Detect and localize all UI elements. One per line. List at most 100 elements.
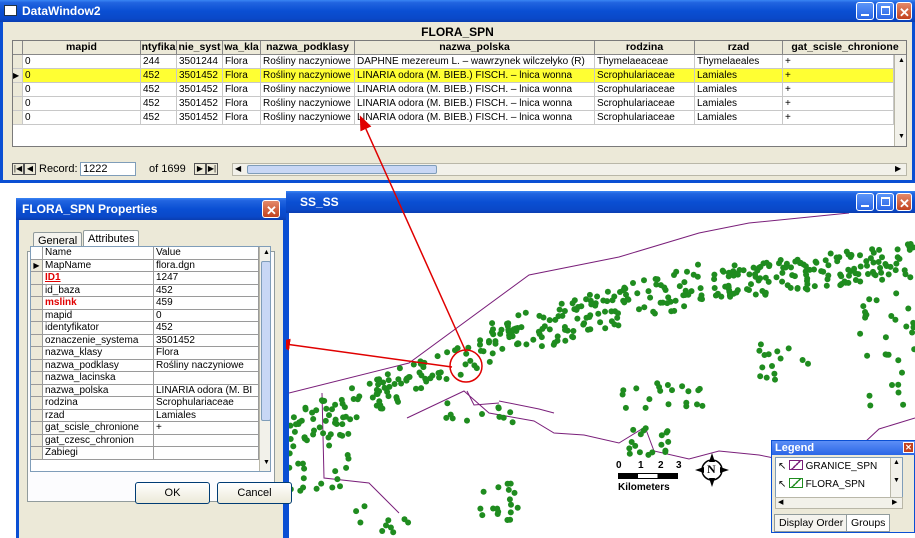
table-cell[interactable]: Thymelaeaceae [595,55,695,69]
attribute-row[interactable]: mapid 0 [31,309,259,322]
table-cell[interactable]: 0 [23,83,141,97]
table-cell[interactable]: 452 [141,111,177,125]
row-selector[interactable] [31,347,43,360]
attribute-value[interactable]: + [154,422,259,435]
attributes-table[interactable]: Name Value ▶ MapName flora.dgn ID1 1247 id_baza… [30,246,271,472]
table-cell[interactable]: 0 [23,111,141,125]
table-cell[interactable]: + [783,83,894,97]
row-selector[interactable] [13,83,23,97]
attribute-value[interactable]: Scrophulariaceae [154,397,259,410]
table-cell[interactable]: LINARIA odora (M. BIEB.) FISCH. – lnica … [355,69,595,83]
column-header[interactable]: rzad [695,41,783,55]
attribute-row[interactable]: rzad Lamiales [31,409,259,422]
column-header[interactable]: nie_syst [177,41,223,55]
row-selector[interactable] [31,322,43,335]
table-cell[interactable]: Thymelaeales [695,55,783,69]
row-selector[interactable]: ▶ [13,69,23,83]
table-cell[interactable]: Rośliny naczyniowe [261,55,355,69]
table-cell[interactable]: 3501452 [177,69,223,83]
attribute-row[interactable]: nazwa_podklasy Rośliny naczyniowe [31,359,259,372]
table-cell[interactable]: 452 [141,97,177,111]
record-input[interactable]: 1222 [80,162,136,176]
row-selector[interactable]: ▶ [31,259,43,272]
row-selector[interactable] [13,111,23,125]
properties-close-button[interactable]: ✕ [262,200,280,218]
table-cell[interactable]: Lamiales [695,83,783,97]
attribute-grid[interactable]: mapid ntyfika nie_syst wa_kla nazwa_podk… [12,40,907,147]
attribute-row[interactable]: gat_scisle_chronione + [31,422,259,435]
ok-button[interactable]: OK [135,482,210,504]
attribute-row[interactable]: oznaczenie_systema 3501452 [31,334,259,347]
table-cell[interactable]: LINARIA odora (M. BIEB.) FISCH. – lnica … [355,111,595,125]
attribute-row[interactable]: identyfikator 452 [31,322,259,335]
maximize-button[interactable] [876,2,894,20]
table-row[interactable]: 0 452 3501452 Flora Rośliny naczyniowe LINARI… [13,97,906,111]
table-row[interactable]: 0 452 3501452 Flora Rośliny naczyniowe LINARI… [13,83,906,97]
attribute-row[interactable]: mslink 459 [31,297,259,310]
attribute-row[interactable]: ID1 1247 [31,272,259,285]
legend-item-flora[interactable]: ↖ FLORA_SPN [778,476,865,494]
table-cell[interactable]: Flora [223,97,261,111]
next-record-button[interactable]: ▶ [194,163,206,175]
cancel-button[interactable]: Cancel [217,482,292,504]
attribute-value[interactable] [154,447,259,460]
grid-vertical-scrollbar[interactable]: ▲ ▼ [894,55,906,146]
attribute-value[interactable]: 1247 [154,272,259,285]
attribute-value[interactable]: 452 [154,322,259,335]
attribute-row[interactable]: rodzina Scrophulariaceae [31,397,259,410]
attribute-value[interactable]: Flora [154,347,259,360]
attribute-row[interactable]: nazwa_klasy Flora [31,347,259,360]
previous-record-button[interactable]: ◀ [24,163,36,175]
row-selector[interactable] [31,297,43,310]
attribute-value[interactable]: 3501452 [154,334,259,347]
scroll-thumb[interactable] [261,261,270,421]
attribute-row[interactable]: nazwa_polska LINARIA odora (M. BI [31,384,259,397]
properties-titlebar[interactable]: FLORA_SPN Properties ✕ [16,198,286,220]
attribute-value[interactable]: 452 [154,284,259,297]
legend-titlebar[interactable]: Legend ✕ [772,441,915,455]
horizontal-scroll-thumb[interactable] [247,165,437,174]
table-cell[interactable]: 3501452 [177,97,223,111]
legend-item-granice[interactable]: ↖ GRANICE_SPN [778,458,877,476]
table-cell[interactable]: + [783,111,894,125]
map-window-titlebar[interactable]: SS_SS ✕ [286,191,915,213]
attribute-value[interactable]: Rośliny naczyniowe [154,359,259,372]
column-header[interactable]: mapid [23,41,141,55]
table-cell[interactable]: Scrophulariaceae [595,111,695,125]
attributes-scrollbar[interactable]: ▲ ▼ [259,247,270,471]
grid-horizontal-scrollbar[interactable]: ◀ ▶ [232,163,907,176]
table-cell[interactable]: + [783,69,894,83]
column-header[interactable]: nazwa_podklasy [261,41,355,55]
table-cell[interactable]: Rośliny naczyniowe [261,97,355,111]
table-cell[interactable]: LINARIA odora (M. BIEB.) FISCH. – lnica … [355,83,595,97]
table-cell[interactable]: Scrophulariaceae [595,97,695,111]
table-cell[interactable]: Flora [223,83,261,97]
last-record-button[interactable]: ▶| [206,163,218,175]
row-selector[interactable] [31,372,43,385]
column-header[interactable]: rodzina [595,41,695,55]
map-close-button[interactable]: ✕ [896,193,912,211]
table-cell[interactable]: Rośliny naczyniowe [261,83,355,97]
table-cell[interactable]: + [783,55,894,69]
table-cell[interactable]: Lamiales [695,69,783,83]
table-cell[interactable]: 3501244 [177,55,223,69]
row-selector[interactable] [31,422,43,435]
column-header[interactable]: nazwa_polska [355,41,595,55]
table-cell[interactable]: 0 [23,55,141,69]
map-maximize-button[interactable] [876,193,894,211]
attribute-row[interactable]: nazwa_lacinska [31,372,259,385]
table-cell[interactable]: Scrophulariaceae [595,83,695,97]
table-cell[interactable]: Lamiales [695,111,783,125]
table-cell[interactable]: Flora [223,69,261,83]
row-selector[interactable] [31,397,43,410]
row-selector[interactable] [31,334,43,347]
datawindow-titlebar[interactable]: DataWindow2 ✕ [0,0,915,22]
row-selector[interactable] [13,97,23,111]
column-header[interactable]: wa_kla [223,41,261,55]
table-cell[interactable]: DAPHNE mezereum L. – wawrzynek wilczełyk… [355,55,595,69]
close-button[interactable]: ✕ [896,2,912,20]
attribute-row[interactable]: id_baza 452 [31,284,259,297]
tab-display-order[interactable]: Display Order [774,514,849,532]
tab-groups[interactable]: Groups [846,514,891,532]
table-cell[interactable]: 0 [23,69,141,83]
